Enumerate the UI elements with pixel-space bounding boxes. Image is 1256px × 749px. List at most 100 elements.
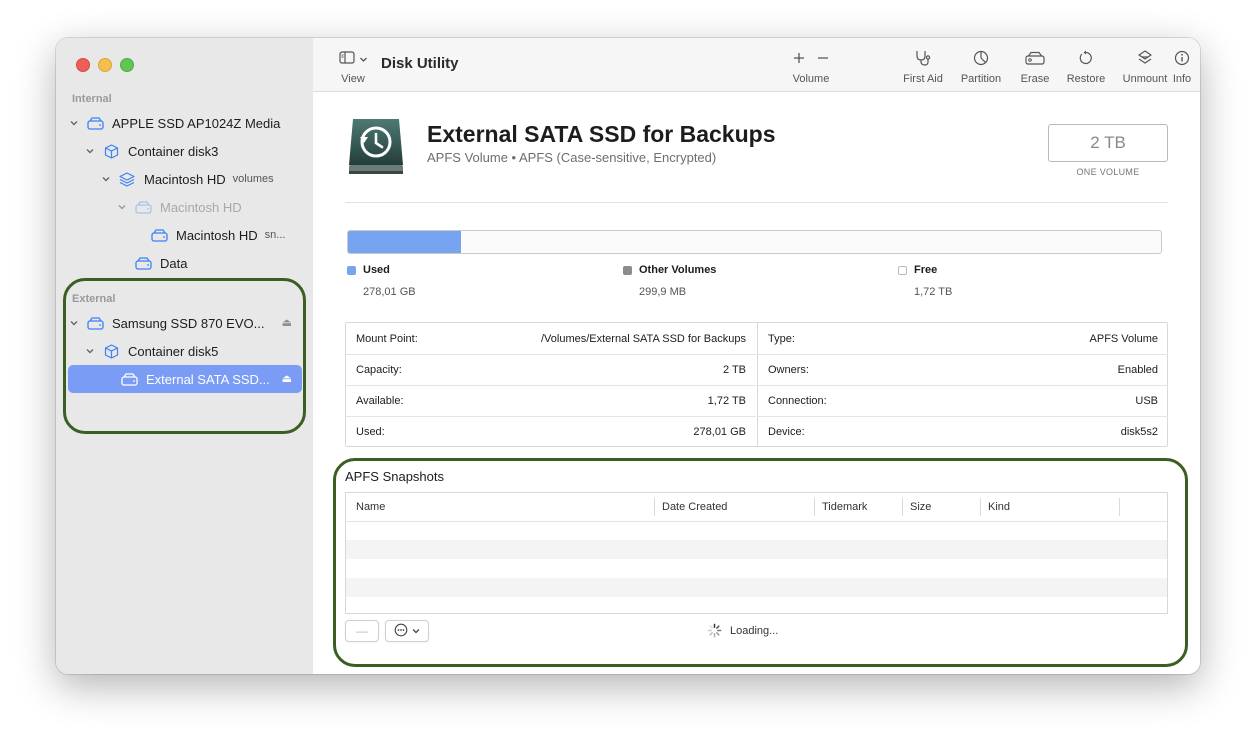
drive-icon [134,199,152,215]
sidebar: Internal APPLE SSD AP1024Z Media Contain… [56,38,314,674]
column-separator[interactable] [654,498,655,516]
sidebar-item-apple-ssd[interactable]: APPLE SSD AP1024Z Media [68,110,302,136]
snapshot-actions-menu-button[interactable] [385,620,429,642]
info-row: Device: disk5s2 [758,417,1168,447]
column-separator[interactable] [814,498,815,516]
legend-free: Free 1,72 TB [898,264,952,298]
sidebar-item-sublabel: sn... [264,229,286,241]
info-value: /Volumes/External SATA SSD for Backups [540,333,746,345]
restore-button[interactable]: Restore [1061,50,1111,85]
sidebar-item-external-sata-ssd[interactable]: External SATA SSD... ⏏ [68,365,302,393]
info-column-right: Type: APFS Volume Owners: Enabled Connecti… [757,323,1168,446]
container-cube-icon [102,343,120,359]
column-header-tidemark[interactable]: Tidemark [822,501,867,513]
info-key: Available: [356,395,404,407]
legend-used-label: Used [363,264,390,276]
zoom-window-button[interactable] [120,58,134,72]
drive-icon [134,255,152,271]
sidebar-item-samsung-ssd[interactable]: Samsung SSD 870 EVO... ⏏ [68,310,302,336]
info-button[interactable]: Info [1164,50,1200,85]
disk-utility-window: Internal APPLE SSD AP1024Z Media Contain… [56,38,1200,674]
info-value: USB [1135,395,1158,407]
sidebar-item-sublabel: volumes [232,173,274,185]
legend-other: Other Volumes 299,9 MB [623,264,716,298]
sidebar-item-data[interactable]: Data [134,250,302,276]
volume-label: Volume [792,73,830,85]
chevron-down-icon [412,624,420,638]
column-header-name[interactable]: Name [356,501,385,513]
column-header-date-created[interactable]: Date Created [662,501,727,513]
usage-bar-used-fill [348,231,461,253]
sidebar-item-macintosh-hd-snapshot[interactable]: Macintosh HD sn... [150,222,302,248]
info-label: Info [1172,73,1192,85]
info-row: Used: 278,01 GB [346,417,756,447]
eject-icon[interactable]: ⏏ [282,316,292,329]
partition-button[interactable]: Partition [956,50,1006,85]
other-volumes-swatch [623,265,632,275]
erase-button[interactable]: Erase [1010,51,1060,85]
view-button[interactable]: View [333,51,373,85]
sidebar-item-macintosh-hd-volumes[interactable]: Macintosh HD volumes [100,166,302,192]
free-swatch [898,265,907,275]
info-key: Used: [356,426,385,438]
first-aid-button[interactable]: First Aid [898,50,948,85]
column-separator[interactable] [980,498,981,516]
chevron-down-icon[interactable] [84,145,96,157]
volume-group-stack-icon [118,171,136,187]
minimize-window-button[interactable] [98,58,112,72]
remove-snapshot-button[interactable]: — [345,620,379,642]
sidebar-item-label: Container disk5 [128,343,219,359]
legend-other-label: Other Volumes [639,264,717,276]
chevron-down-icon[interactable] [84,345,96,357]
column-separator[interactable] [1119,498,1120,516]
app-title: Disk Utility [381,55,459,72]
chevron-down-icon [359,51,368,69]
time-machine-drive-icon [345,115,407,177]
restore-arrow-icon [1078,50,1094,71]
toolbar: View Disk Utility Volume First Aid Parti… [313,38,1200,92]
info-key: Capacity: [356,364,402,376]
add-volume-icon[interactable] [793,51,805,69]
stethoscope-icon [914,50,932,71]
column-separator[interactable] [902,498,903,516]
column-header-size[interactable]: Size [910,501,931,513]
legend-used: Used 278,01 GB [347,264,416,298]
snapshots-table-header: Name Date Created Tidemark Size Kind [346,493,1167,522]
sidebar-item-label: Data [160,255,188,271]
info-row: Owners: Enabled [758,355,1168,385]
volume-button[interactable]: Volume [786,51,836,85]
snapshots-table[interactable]: Name Date Created Tidemark Size Kind [345,492,1168,614]
ellipsis-circle-icon [394,623,408,640]
legend-free-label: Free [914,264,938,276]
view-label: View [341,73,365,85]
info-row: Capacity: 2 TB [346,355,756,385]
sidebar-item-container-disk5[interactable]: Container disk5 [84,338,302,364]
first-aid-label: First Aid [903,73,943,85]
container-cube-icon [102,143,120,159]
spinner-icon [707,623,722,638]
chevron-down-icon[interactable] [68,117,80,129]
partition-label: Partition [960,73,1002,85]
column-header-kind[interactable]: Kind [988,501,1010,513]
remove-volume-icon[interactable] [817,51,829,69]
chevron-down-icon[interactable] [68,317,80,329]
chevron-down-icon[interactable] [100,173,112,185]
info-key: Mount Point: [356,333,418,345]
sidebar-item-macintosh-hd-system[interactable]: Macintosh HD [116,194,302,220]
info-column-left: Mount Point: /Volumes/External SATA SSD f… [346,323,756,446]
info-key: Connection: [768,395,827,407]
info-key: Type: [768,333,795,345]
sidebar-item-label: Container disk3 [128,143,219,159]
info-value: Enabled [1117,364,1158,376]
legend-other-value: 299,9 MB [639,286,687,298]
drive-icon [120,371,138,387]
info-row: Type: APFS Volume [758,324,1168,354]
eraser-drive-icon [1025,51,1045,70]
drive-icon [150,227,168,243]
info-value: 1,72 TB [707,395,746,407]
chevron-down-icon[interactable] [116,201,128,213]
info-value: 2 TB [722,364,746,376]
sidebar-item-container-disk3[interactable]: Container disk3 [84,138,302,164]
eject-icon[interactable]: ⏏ [282,372,292,385]
close-window-button[interactable] [76,58,90,72]
